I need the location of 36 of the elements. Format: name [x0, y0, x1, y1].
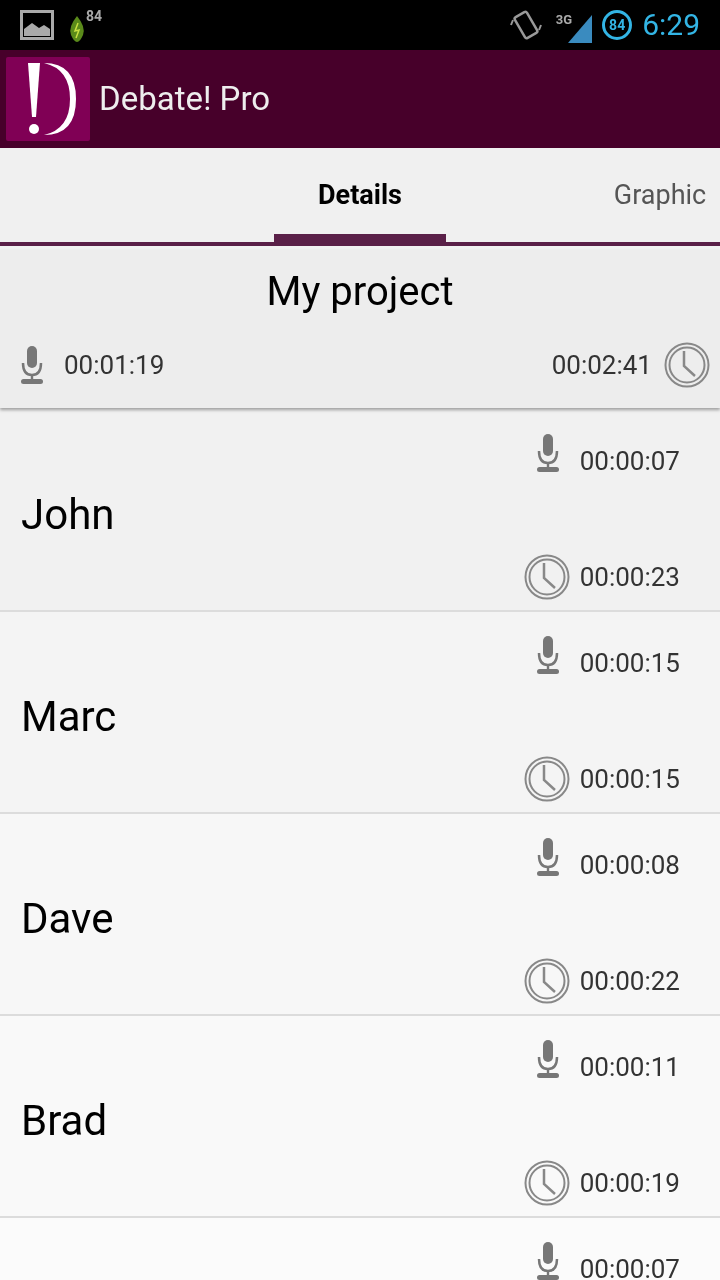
total-time-text: 00:00:23	[579, 564, 680, 590]
total-time-text: 00:02:41	[551, 348, 652, 382]
speaker-name: Brad	[21, 1100, 108, 1142]
total-time-text: 00:00:15	[579, 766, 680, 792]
tab[interactable]: Details	[274, 148, 446, 242]
clock-text: 6:29	[642, 10, 700, 40]
picture-icon	[20, 10, 54, 40]
app-logo[interactable]	[6, 57, 90, 141]
speaker-name: Dave	[21, 898, 114, 940]
clock-icon	[523, 756, 570, 802]
speaker-row[interactable]: Dave 00:00:08 00:00:22	[0, 814, 720, 1016]
speaker-name: Marc	[21, 696, 117, 738]
battery-indicator: 84	[602, 10, 633, 40]
speaker-name: John	[21, 494, 115, 536]
tab[interactable]: Graphic	[574, 148, 720, 242]
speaker-row[interactable]: Brad 00:00:11 00:00:19	[0, 1016, 720, 1218]
network-type-text: 3G	[555, 13, 573, 26]
app-title: Debate! Pro	[99, 78, 271, 121]
speaking-time-text: 00:00:11	[579, 1054, 680, 1080]
speaking-time-text: 00:00:07	[579, 448, 680, 474]
speaking-time-text: 00:01:19	[64, 348, 165, 382]
battery-level-text: 84	[86, 9, 103, 23]
clock-icon	[664, 342, 710, 388]
speaking-time-text: 00:00:15	[579, 650, 680, 676]
clock-icon	[523, 554, 570, 600]
speaker-row[interactable]: 00:00:07	[0, 1218, 720, 1280]
leaf-icon	[68, 15, 86, 43]
speaking-time-text: 00:00:08	[579, 852, 680, 878]
microphone-icon	[18, 345, 46, 385]
project-title: My project	[265, 272, 455, 312]
clock-icon	[523, 1160, 570, 1206]
vibrate-icon	[509, 8, 542, 42]
total-time-text: 00:00:19	[579, 1170, 680, 1196]
clock-icon	[523, 958, 570, 1004]
total-time-text: 00:00:22	[579, 968, 680, 994]
speaking-time-text: 00:00:07	[579, 1256, 680, 1280]
